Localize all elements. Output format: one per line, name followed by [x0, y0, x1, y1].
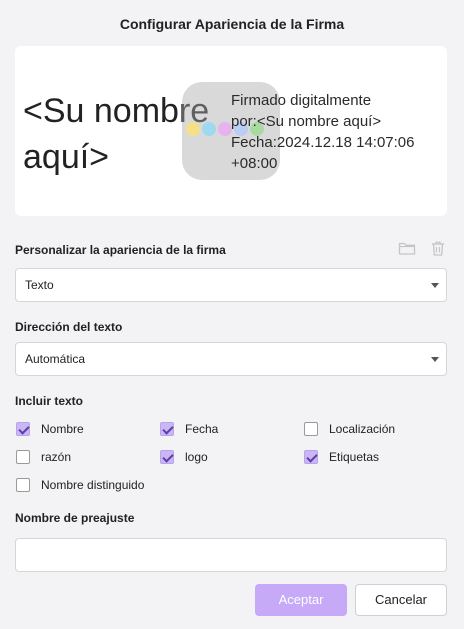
checkbox-fecha[interactable]: Fecha [160, 422, 218, 436]
direction-select-value: Automática [25, 352, 86, 366]
direction-select[interactable]: Automática [15, 342, 447, 376]
checkbox-razon[interactable]: razón [16, 450, 71, 464]
checkbox-label: Nombre distinguido [41, 478, 145, 492]
dialog-title: Configurar Apariencia de la Firma [119, 16, 345, 32]
trash-icon[interactable] [430, 240, 446, 257]
checkbox-nombre-distinguido[interactable]: Nombre distinguido [16, 478, 144, 492]
checkbox-box[interactable] [160, 422, 174, 436]
logo-dot [218, 122, 232, 136]
checkbox-box[interactable] [16, 478, 30, 492]
logo-dot [202, 122, 216, 136]
checkbox-label: logo [185, 450, 208, 464]
checkbox-label: Nombre [41, 422, 84, 436]
folder-icon[interactable] [398, 240, 416, 257]
checkbox-nombre[interactable]: Nombre [16, 422, 84, 436]
preview-info-line: +08:00 [231, 155, 278, 172]
checkbox-etiquetas[interactable]: Etiquetas [304, 450, 379, 464]
preview-info-line: Fecha:2024.12.18 14:07:06 [231, 134, 415, 151]
checkbox-box[interactable] [16, 422, 30, 436]
appearance-label: Personalizar la apariencia de la firma [15, 243, 226, 257]
logo-dot [186, 122, 200, 136]
checkbox-box[interactable] [160, 450, 174, 464]
appearance-select-value: Texto [25, 278, 54, 292]
appearance-actions [398, 240, 446, 257]
checkbox-label: Fecha [185, 422, 219, 436]
accept-button[interactable]: Aceptar [255, 584, 347, 616]
chevron-down-icon [431, 357, 439, 362]
preview-info-line: por:<Su nombre aquí> [231, 113, 382, 130]
direction-label: Dirección del texto [15, 320, 123, 334]
preset-label: Nombre de preajuste [15, 511, 135, 525]
checkbox-box[interactable] [304, 422, 318, 436]
checkbox-label: razón [41, 450, 72, 464]
checkbox-box[interactable] [16, 450, 30, 464]
cancel-button[interactable]: Cancelar [355, 584, 447, 616]
preset-name-input[interactable] [15, 538, 447, 572]
checkbox-box[interactable] [304, 450, 318, 464]
appearance-select[interactable]: Texto [15, 268, 447, 302]
chevron-down-icon [431, 283, 439, 288]
include-text-label: Incluir texto [15, 394, 84, 408]
preview-info: Firmado digitalmente por:<Su nombre aquí… [231, 90, 441, 174]
preview-info-line: Firmado digitalmente [231, 92, 372, 109]
checkbox-label: Localización [329, 422, 396, 436]
signature-preview: <Su nombre aquí> Firmado digitalmente po… [15, 46, 447, 216]
checkbox-label: Etiquetas [329, 450, 380, 464]
checkbox-logo[interactable]: logo [160, 450, 208, 464]
checkbox-localizacion[interactable]: Localización [304, 422, 395, 436]
